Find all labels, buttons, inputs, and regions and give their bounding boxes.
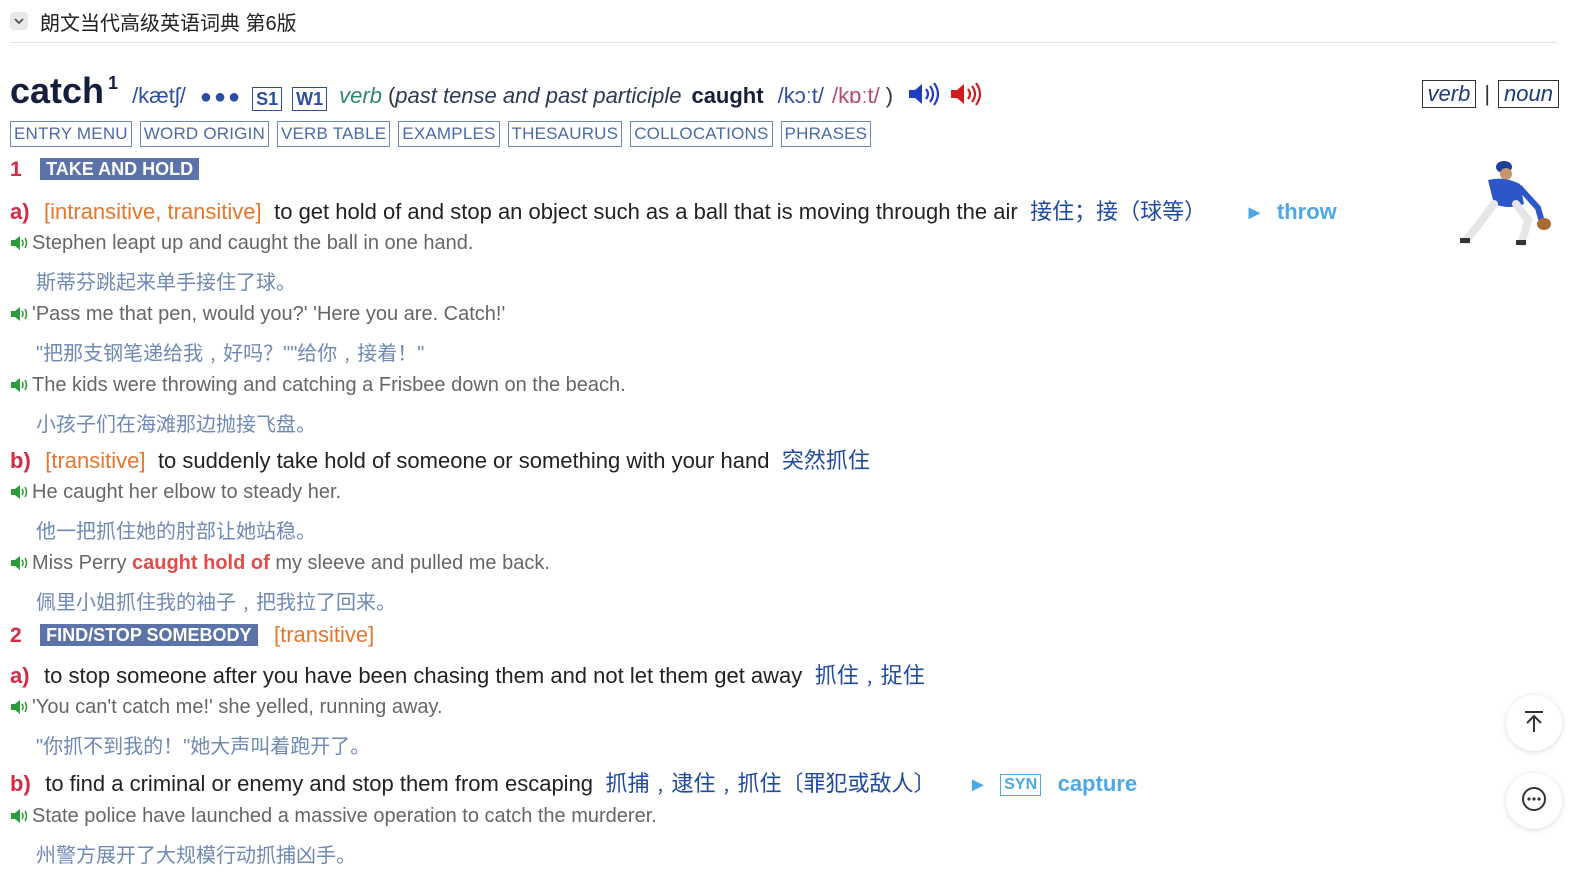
speaker-us-icon[interactable] — [949, 81, 983, 112]
example-text: 'Pass me that pen, would you?' 'Here you… — [32, 303, 506, 325]
synonym-badge: SYN — [1000, 774, 1042, 796]
example-translation: 斯蒂芬跳起来单手接住了球。 — [36, 272, 296, 294]
pos-switcher: verb | noun — [1421, 80, 1559, 108]
headword-line: catch 1 /kætʃ/ ●●● S1 W1 verb ( past ten… — [10, 70, 983, 116]
definition: to stop someone after you have been chas… — [44, 663, 803, 688]
homograph-number: 1 — [108, 73, 119, 93]
example-speaker-icon[interactable] — [10, 554, 32, 577]
paren-close: ) — [885, 83, 894, 108]
example-translation: "你抓不到我的！"她大声叫着跑开了。 — [36, 736, 371, 758]
example-speaker-icon[interactable] — [10, 234, 32, 257]
pos-link-noun[interactable]: noun — [1498, 80, 1559, 108]
example: Miss Perry caught hold of my sleeve and … — [10, 551, 550, 575]
dictionary-header[interactable]: 朗文当代高级英语词典 第6版 — [10, 6, 297, 36]
definition: to suddenly take hold of someone or some… — [157, 448, 770, 473]
header-divider — [10, 42, 1557, 43]
xref-link-throw[interactable]: throw — [1277, 199, 1337, 224]
example-speaker-icon[interactable] — [10, 807, 32, 830]
arrow-up-to-top-icon — [1521, 708, 1547, 739]
sense-2-header: 2 FIND/STOP SOMEBODY [transitive] — [10, 622, 382, 648]
definition: to get hold of and stop an object such a… — [274, 199, 1018, 224]
example-translation: 州警方展开了大规模行动抓捕凶手。 — [36, 845, 356, 867]
example-text: Stephen leapt up and caught the ball in … — [32, 232, 474, 254]
example-text: State police have launched a massive ope… — [32, 805, 657, 827]
signpost: FIND/STOP SOMEBODY — [40, 624, 258, 646]
definition: to find a criminal or enemy and stop the… — [45, 771, 594, 796]
example-text: 'You can't catch me!' she yelled, runnin… — [32, 696, 443, 718]
subsense-letter: a) — [10, 663, 30, 688]
example-speaker-icon[interactable] — [10, 483, 32, 506]
example-translation: "把那支钢笔递给我﹐好吗？""给你﹐接着！" — [36, 343, 425, 365]
grammar-note: past tense and past participle — [395, 83, 682, 108]
example-translation: 他一把抓住她的肘部让她站稳。 — [36, 521, 316, 543]
sense-number: 2 — [10, 624, 22, 647]
example: State police have launched a massive ope… — [10, 804, 657, 828]
grammar-label: [transitive] — [45, 448, 146, 473]
sense-1-header: 1 TAKE AND HOLD — [10, 158, 200, 182]
example: The kids were throwing and catching a Fr… — [10, 373, 626, 397]
more-options-button[interactable] — [1506, 773, 1562, 829]
grammar-label: [intransitive, transitive] — [44, 199, 262, 224]
example: 'You can't catch me!' she yelled, runnin… — [10, 695, 443, 719]
speaker-uk-icon[interactable] — [907, 81, 941, 112]
subsense-1b: b) [transitive] to suddenly take hold of… — [10, 443, 870, 475]
example-speaker-icon[interactable] — [10, 698, 32, 721]
tab-entry-menu[interactable]: ENTRY MENU — [10, 121, 132, 147]
tab-phrases[interactable]: PHRASES — [780, 121, 872, 147]
example-text-pre: Miss Perry — [32, 552, 132, 574]
frequency-badge-spoken: S1 — [252, 87, 283, 111]
example-text-post: my sleeve and pulled me back. — [269, 552, 550, 574]
chevron-down-icon[interactable] — [10, 12, 28, 30]
dictionary-title: 朗文当代高级英语词典 第6版 — [40, 12, 297, 35]
example-speaker-icon[interactable] — [10, 376, 32, 399]
frequency-dots: ●●● — [199, 86, 243, 108]
past-form: caught — [691, 83, 764, 108]
tab-collocations[interactable]: COLLOCATIONS — [630, 121, 773, 147]
tab-verb-table[interactable]: VERB TABLE — [276, 121, 391, 147]
subsense-1a: a) [intransitive, transitive] to get hol… — [10, 194, 1337, 226]
example-speaker-icon[interactable] — [10, 305, 32, 328]
example-translation: 佩里小姐抓住我的袖子﹐把我拉了回来。 — [36, 592, 396, 614]
definition-zh: 抓住﹐捉住 — [814, 663, 925, 688]
pronunciation: /kætʃ/ — [132, 83, 186, 108]
definition-zh: 抓捕﹐逮住﹐抓住〔罪犯或敌人〕 — [605, 771, 936, 796]
grammar-label: [transitive] — [273, 622, 375, 647]
sense-number: 1 — [10, 158, 22, 181]
pos-separator: | — [1484, 81, 1491, 106]
subsense-letter: a) — [10, 199, 30, 224]
subsense-letter: b) — [10, 448, 31, 473]
definition-zh: 突然抓住 — [781, 448, 870, 473]
xref-link-capture[interactable]: capture — [1058, 771, 1137, 796]
part-of-speech: verb — [339, 83, 382, 108]
subsense-2a: a) to stop someone after you have been c… — [10, 658, 925, 690]
frequency-badge-written: W1 — [292, 87, 328, 111]
subsense-letter: b) — [10, 771, 31, 796]
pronunciation-uk: /kɔːt/ — [777, 83, 825, 108]
signpost: TAKE AND HOLD — [40, 158, 200, 180]
xref-arrow-icon: ► — [1244, 202, 1265, 224]
pos-link-verb[interactable]: verb — [1421, 80, 1477, 108]
pronunciation-us: /kɒːt/ — [832, 83, 880, 108]
headword: catch — [10, 70, 105, 111]
definition-zh: 接住；接（球等） — [1030, 199, 1207, 224]
example-translation: 小孩子们在海滩那边抛接飞盘。 — [36, 414, 316, 436]
example: Stephen leapt up and caught the ball in … — [10, 231, 473, 255]
collocation-highlight[interactable]: caught hold of — [132, 552, 270, 574]
tab-examples[interactable]: EXAMPLES — [398, 121, 500, 147]
tab-thesaurus[interactable]: THESAURUS — [507, 121, 623, 147]
scroll-to-top-button[interactable] — [1506, 695, 1562, 751]
baseball-player-illustration — [1450, 158, 1560, 248]
xref-arrow-icon: ► — [967, 774, 988, 796]
example: 'Pass me that pen, would you?' 'Here you… — [10, 302, 505, 326]
subsense-2b: b) to find a criminal or enemy and stop … — [10, 766, 1137, 798]
entry-nav-tabs: ENTRY MENU WORD ORIGIN VERB TABLE EXAMPL… — [10, 121, 872, 147]
example-text: The kids were throwing and catching a Fr… — [32, 374, 626, 396]
tab-word-origin[interactable]: WORD ORIGIN — [139, 121, 269, 147]
example-text: He caught her elbow to steady her. — [32, 481, 342, 503]
example: He caught her elbow to steady her. — [10, 480, 341, 504]
more-dots-icon — [1520, 785, 1548, 818]
